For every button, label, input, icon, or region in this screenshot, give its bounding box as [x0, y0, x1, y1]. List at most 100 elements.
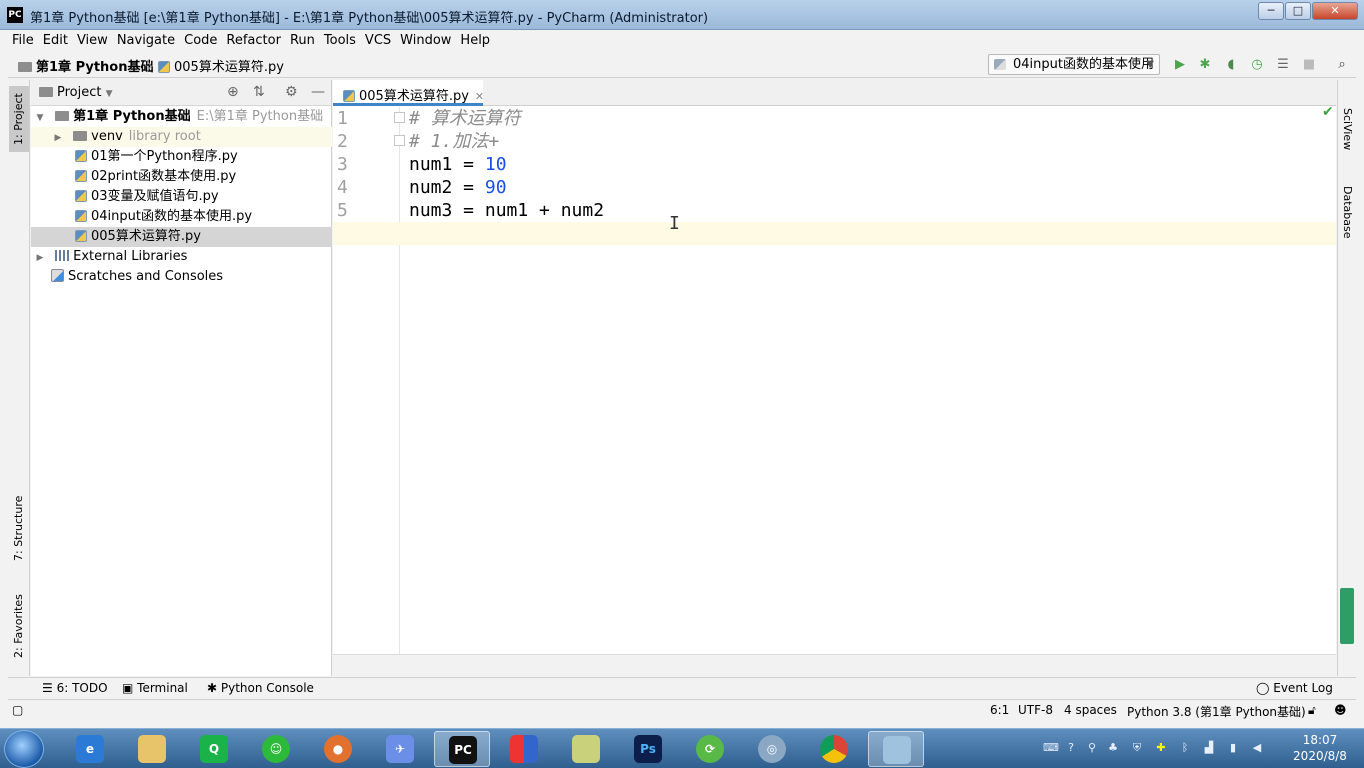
- event-log-button[interactable]: ◯ Event Log: [1256, 681, 1333, 695]
- tree-item-file[interactable]: 01第一个Python程序.py: [31, 147, 332, 167]
- ie-app[interactable]: e: [62, 731, 118, 767]
- code-line-5[interactable]: num3 = num1 + num2: [409, 199, 604, 222]
- office-icon: [510, 735, 538, 763]
- menu-help[interactable]: Help: [456, 30, 494, 52]
- signal-icon[interactable]: ▟: [1202, 741, 1216, 755]
- close-button[interactable]: ✕: [1312, 2, 1358, 20]
- shield-icon[interactable]: ⛨: [1130, 741, 1144, 755]
- menu-view[interactable]: View: [73, 30, 112, 52]
- project-view-select[interactable]: Project ▼: [57, 85, 113, 100]
- editor-tab-active[interactable]: 005算术运算符.py ✕: [333, 80, 484, 106]
- navigation-bar: 第1章 Python基础 〉 005算术运算符.py 04input函数的基本使…: [8, 52, 1356, 78]
- keyboard-icon[interactable]: ⌨: [1043, 741, 1059, 755]
- menu-vcs[interactable]: VCS: [361, 30, 395, 52]
- microphone-icon: ●: [324, 735, 352, 763]
- toggle-tool-windows-icon[interactable]: ▢: [12, 703, 23, 717]
- player-app[interactable]: ◎: [744, 731, 800, 767]
- iqiyi-app[interactable]: Q: [186, 731, 242, 767]
- tab-favorites[interactable]: 2: Favorites: [9, 586, 29, 666]
- tab-sciview[interactable]: SciView: [1338, 108, 1357, 150]
- people-icon[interactable]: ♣: [1106, 741, 1120, 755]
- python-file-icon: [75, 190, 87, 202]
- collapse-all-icon[interactable]: ⇅: [253, 84, 265, 100]
- menu-run[interactable]: Run: [286, 30, 319, 52]
- menu-tools[interactable]: Tools: [320, 30, 360, 52]
- code-line-2[interactable]: # 1.加法+: [409, 130, 499, 153]
- clip-icon[interactable]: ⚲: [1085, 741, 1099, 755]
- code-line-1[interactable]: # 算术运算符: [409, 107, 521, 130]
- indent-setting[interactable]: 4 spaces: [1064, 703, 1117, 717]
- sync-icon: ⟳: [696, 735, 724, 763]
- coverage-icon[interactable]: ◖: [1222, 56, 1240, 74]
- taskbar-clock[interactable]: 18:07 2020/8/8: [1282, 732, 1358, 764]
- tree-root-project[interactable]: ▼ 第1章 Python基础 E:\第1章 Python基础: [31, 107, 332, 127]
- plus-icon[interactable]: ✚: [1154, 741, 1168, 755]
- pycharm-app[interactable]: PC: [434, 731, 490, 767]
- run-configuration-select[interactable]: 04input函数的基本使用 ▼: [988, 54, 1160, 75]
- minimize-button[interactable]: ─: [1258, 2, 1284, 20]
- menu-window[interactable]: Window: [396, 30, 455, 52]
- chrome-app[interactable]: [806, 731, 862, 767]
- project-panel: Project ▼ ⊕ ⇅ ⚙ — ▼ 第1章 Python基础 E:\第1章 P…: [31, 80, 332, 676]
- tree-item-venv[interactable]: ▶ venv library root: [31, 127, 332, 147]
- tree-item-file-selected[interactable]: 005算术运算符.py: [31, 227, 332, 247]
- close-tab-icon[interactable]: ✕: [475, 90, 484, 103]
- tab-structure[interactable]: 7: Structure: [9, 488, 29, 568]
- todo-button[interactable]: ☰ 6: TODO: [42, 681, 108, 695]
- tab-database[interactable]: Database: [1338, 184, 1357, 240]
- stop-icon[interactable]: ■: [1300, 56, 1318, 74]
- debug-icon[interactable]: ✱: [1196, 56, 1214, 74]
- gear-icon[interactable]: ⚙: [285, 84, 298, 100]
- volume-icon[interactable]: ◀: [1250, 741, 1264, 755]
- pycharm-icon: PC: [449, 736, 477, 764]
- feishu-app[interactable]: ✈: [372, 731, 428, 767]
- tree-item-file[interactable]: 02print函数基本使用.py: [31, 167, 332, 187]
- caret-position[interactable]: 6:1: [990, 703, 1009, 717]
- code-area[interactable]: # 算术运算符 # 1.加法+ num1 = 10 num2 = 90 num3…: [333, 107, 1336, 654]
- media-icon: ◎: [758, 735, 786, 763]
- hide-icon[interactable]: —: [311, 84, 325, 100]
- python-console-button[interactable]: ✱ Python Console: [207, 681, 314, 695]
- terminal-button[interactable]: ▣ Terminal: [122, 681, 188, 695]
- tab-project[interactable]: 1: Project: [9, 86, 29, 152]
- concurrency-icon[interactable]: ☰: [1274, 56, 1292, 74]
- help-icon[interactable]: ?: [1064, 741, 1078, 755]
- interpreter-setting[interactable]: Python 3.8 (第1章 Python基础): [1127, 703, 1306, 720]
- folder-icon: [73, 131, 88, 141]
- windows-taskbar: e Q ☺ ● ✈ PC Ps ⟳ ◎ ⌨ ? ⚲ ♣ ⛨ ✚ ᛒ ▟ ▮ ◀ …: [0, 728, 1364, 768]
- menu-refactor[interactable]: Refactor: [222, 30, 285, 52]
- notes-app[interactable]: [868, 731, 924, 767]
- menu-navigate[interactable]: Navigate: [113, 30, 179, 52]
- breadcrumb-file[interactable]: 005算术运算符.py: [158, 56, 284, 75]
- tree-item-scratches[interactable]: Scratches and Consoles: [31, 267, 332, 287]
- profile-icon[interactable]: ◷: [1248, 56, 1266, 74]
- recorder-app[interactable]: ●: [310, 731, 366, 767]
- explorer-app[interactable]: [124, 731, 180, 767]
- sync-app[interactable]: ⟳: [682, 731, 738, 767]
- terminal-icon: ▣: [122, 681, 138, 695]
- inspector-icon[interactable]: ☻: [1334, 703, 1347, 717]
- tree-item-external-libraries[interactable]: ▶ External Libraries: [31, 247, 332, 267]
- file-encoding[interactable]: UTF-8: [1018, 703, 1053, 717]
- wechat-app[interactable]: ☺: [248, 731, 304, 767]
- search-icon[interactable]: ⌕: [1333, 56, 1351, 74]
- office-app[interactable]: [496, 731, 552, 767]
- tree-item-file[interactable]: 03变量及赋值语句.py: [31, 187, 332, 207]
- lock-icon[interactable]: 🔓︎: [1308, 703, 1316, 718]
- run-icon[interactable]: ▶: [1171, 56, 1189, 74]
- notepad-app[interactable]: [558, 731, 614, 767]
- breadcrumb-project[interactable]: 第1章 Python基础: [18, 56, 153, 75]
- clock-date: 2020/8/8: [1293, 749, 1347, 763]
- code-line-3[interactable]: num1 = 10: [409, 153, 507, 176]
- menu-edit[interactable]: Edit: [39, 30, 72, 52]
- photoshop-app[interactable]: Ps: [620, 731, 676, 767]
- battery-icon[interactable]: ▮: [1226, 741, 1240, 755]
- code-line-4[interactable]: num2 = 90: [409, 176, 507, 199]
- bluetooth-icon[interactable]: ᛒ: [1178, 741, 1192, 755]
- maximize-button[interactable]: □: [1285, 2, 1311, 20]
- menu-code[interactable]: Code: [180, 30, 221, 52]
- locate-icon[interactable]: ⊕: [227, 84, 239, 100]
- start-button[interactable]: [4, 730, 44, 768]
- menu-file[interactable]: File: [8, 30, 38, 52]
- tree-item-file[interactable]: 04input函数的基本使用.py: [31, 207, 332, 227]
